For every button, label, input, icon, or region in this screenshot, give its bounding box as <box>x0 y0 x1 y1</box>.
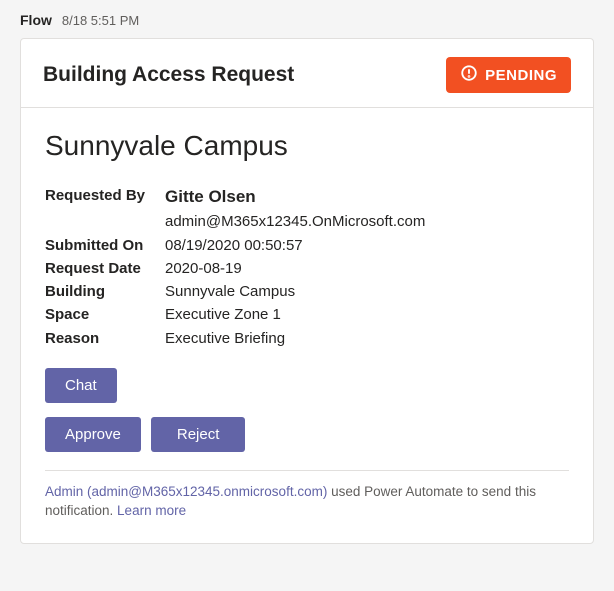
chat-button[interactable]: Chat <box>45 368 117 403</box>
reason-label: Reason <box>45 327 165 350</box>
detail-row-space: Space Executive Zone 1 <box>45 303 569 326</box>
requester-email: admin@M365x12345.OnMicrosoft.com <box>165 213 425 230</box>
submitted-value: 08/19/2020 00:50:57 <box>165 234 569 257</box>
reject-button[interactable]: Reject <box>151 417 246 452</box>
detail-row-requested-by: Requested By Gitte Olsen admin@M365x1234… <box>45 184 569 234</box>
chat-row: Chat <box>45 368 569 403</box>
detail-row-building: Building Sunnyvale Campus <box>45 280 569 303</box>
status-text: PENDING <box>485 67 557 84</box>
action-row: Approve Reject <box>45 417 569 471</box>
submitted-label: Submitted On <box>45 234 165 257</box>
card-body: Sunnyvale Campus Requested By Gitte Olse… <box>21 108 593 543</box>
detail-row-request-date: Request Date 2020-08-19 <box>45 257 569 280</box>
post-author: Flow <box>20 12 52 28</box>
reason-value: Executive Briefing <box>165 327 569 350</box>
requested-by-label: Requested By <box>45 184 165 234</box>
card-header: Building Access Request PENDING <box>21 39 593 108</box>
space-label: Space <box>45 303 165 326</box>
request-date-value: 2020-08-19 <box>165 257 569 280</box>
post-header: Flow 8/18 5:51 PM <box>20 12 594 28</box>
status-badge: PENDING <box>446 57 571 93</box>
space-value: Executive Zone 1 <box>165 303 569 326</box>
detail-row-reason: Reason Executive Briefing <box>45 327 569 350</box>
details-list: Requested By Gitte Olsen admin@M365x1234… <box>45 184 569 350</box>
building-label: Building <box>45 280 165 303</box>
clock-icon <box>460 64 478 86</box>
approve-button[interactable]: Approve <box>45 417 141 452</box>
request-date-label: Request Date <box>45 257 165 280</box>
requester-name: Gitte Olsen <box>165 187 256 206</box>
card-title: Building Access Request <box>43 63 294 87</box>
detail-row-submitted: Submitted On 08/19/2020 00:50:57 <box>45 234 569 257</box>
post-timestamp: 8/18 5:51 PM <box>62 13 139 28</box>
learn-more-link[interactable]: Learn more <box>117 503 186 518</box>
building-value: Sunnyvale Campus <box>165 280 569 303</box>
requested-by-value: Gitte Olsen admin@M365x12345.OnMicrosoft… <box>165 184 569 234</box>
admin-link[interactable]: Admin (admin@M365x12345.onmicrosoft.com) <box>45 484 327 499</box>
campus-title: Sunnyvale Campus <box>45 130 569 162</box>
footer-note: Admin (admin@M365x12345.onmicrosoft.com)… <box>45 483 569 521</box>
adaptive-card: Building Access Request PENDING Sunnyval… <box>20 38 594 544</box>
